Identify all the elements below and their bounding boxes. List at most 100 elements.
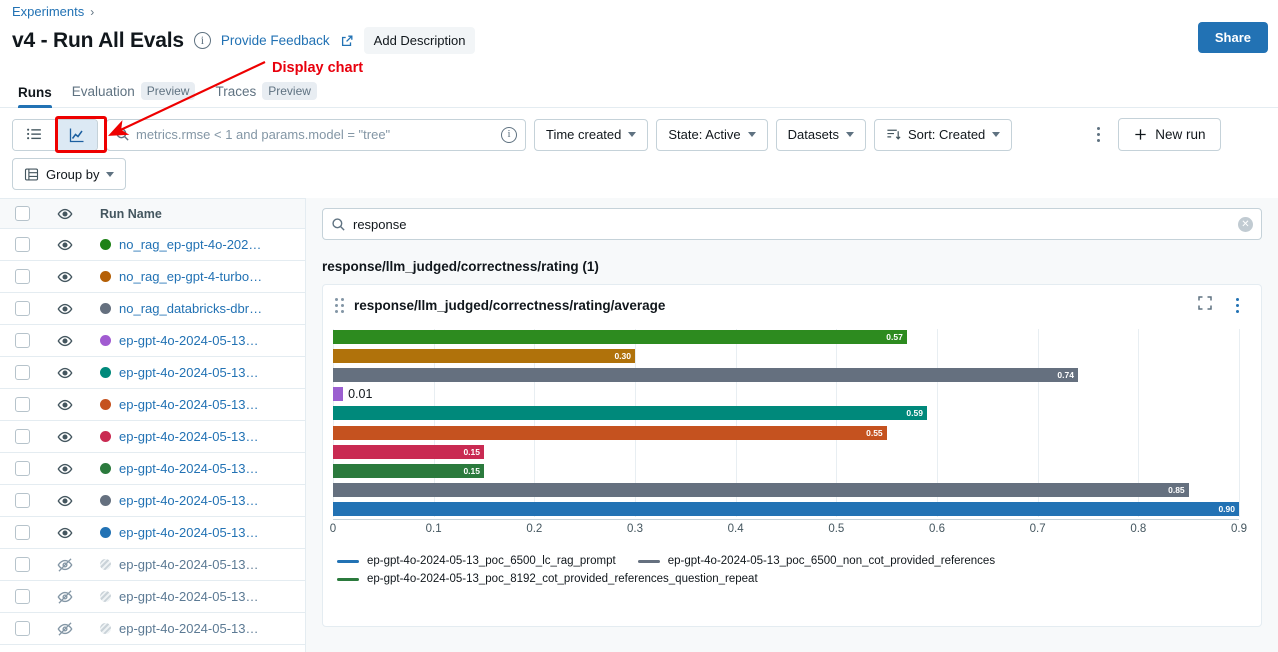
row-checkbox[interactable] (15, 237, 30, 252)
run-name-link[interactable]: ep-gpt-4o-2024-05-13… (119, 397, 258, 412)
legend-item[interactable]: ep-gpt-4o-2024-05-13_poc_6500_non_cot_pr… (638, 555, 995, 567)
table-row[interactable]: no_rag_ep-gpt-4-turbo… (0, 261, 305, 293)
table-row[interactable]: ep-gpt-4o-2024-05-13… (0, 581, 305, 613)
row-checkbox[interactable] (15, 269, 30, 284)
bar-value-label: 0.15 (463, 447, 484, 457)
run-name-link[interactable]: no_rag_databricks-dbr… (119, 301, 262, 316)
row-checkbox[interactable] (15, 365, 30, 380)
legend-item[interactable]: ep-gpt-4o-2024-05-13_poc_6500_lc_rag_pro… (337, 555, 616, 567)
run-name-link[interactable]: ep-gpt-4o-2024-05-13… (119, 429, 258, 444)
table-row[interactable]: ep-gpt-4o-2024-05-13… (0, 549, 305, 581)
legend-item[interactable]: ep-gpt-4o-2024-05-13_poc_8192_cot_provid… (337, 573, 758, 585)
bar-row[interactable]: 0.85 (333, 483, 1239, 497)
new-run-button[interactable]: New run (1118, 118, 1220, 151)
run-name-link[interactable]: ep-gpt-4o-2024-05-13… (119, 461, 258, 476)
bar-row[interactable]: 0.15 (333, 464, 1239, 478)
table-row[interactable]: ep-gpt-4o-2024-05-13… (0, 453, 305, 485)
provide-feedback-link[interactable]: Provide Feedback (221, 33, 330, 48)
bar-row[interactable]: 0.90 (333, 502, 1239, 516)
table-row[interactable]: ep-gpt-4o-2024-05-13… (0, 485, 305, 517)
table-row[interactable]: no_rag_databricks-dbr… (0, 293, 305, 325)
run-name-link[interactable]: ep-gpt-4o-2024-05-13… (119, 621, 258, 636)
filter-datasets[interactable]: Datasets (776, 119, 866, 151)
search-input[interactable] (130, 127, 501, 142)
list-view-icon[interactable] (13, 120, 55, 150)
chart-card-menu-icon[interactable] (1225, 298, 1249, 313)
group-by-button[interactable]: Group by (12, 158, 126, 190)
metric-search-input[interactable] (346, 217, 1238, 232)
visibility-on-icon[interactable] (44, 461, 86, 477)
run-name-link[interactable]: ep-gpt-4o-2024-05-13… (119, 493, 258, 508)
clear-circle-icon[interactable]: ✕ (1238, 217, 1253, 232)
visibility-on-icon[interactable] (44, 269, 86, 285)
row-checkbox[interactable] (15, 493, 30, 508)
visibility-on-icon[interactable] (44, 365, 86, 381)
run-name-link[interactable]: no_rag_ep-gpt-4o-202… (119, 237, 261, 252)
visibility-column-icon[interactable] (44, 206, 86, 222)
toolbar-overflow-menu[interactable] (1086, 119, 1110, 151)
bar-row[interactable]: 0.01 (333, 387, 1239, 401)
add-description-button[interactable]: Add Description (364, 27, 476, 54)
table-row[interactable]: no_rag_ep-gpt-4o-202… (0, 229, 305, 261)
external-link-icon[interactable] (340, 34, 354, 48)
table-row[interactable]: ep-gpt-4o-2024-05-13… (0, 613, 305, 645)
breadcrumb-experiments-link[interactable]: Experiments (12, 4, 84, 19)
row-checkbox[interactable] (15, 333, 30, 348)
bar-row[interactable]: 0.57 (333, 330, 1239, 344)
visibility-on-icon[interactable] (44, 301, 86, 317)
filter-state[interactable]: State: Active (656, 119, 767, 151)
sort-control[interactable]: Sort: Created (874, 119, 1012, 151)
drag-handle-icon[interactable] (335, 298, 344, 313)
visibility-on-icon[interactable] (44, 333, 86, 349)
metric-search-box[interactable]: ✕ (322, 208, 1262, 240)
bar-row[interactable]: 0.59 (333, 406, 1239, 420)
chart-view-icon[interactable] (55, 120, 97, 150)
row-checkbox[interactable] (15, 429, 30, 444)
run-search-box[interactable]: i (106, 119, 526, 151)
bar-row[interactable]: 0.74 (333, 368, 1239, 382)
search-info-icon[interactable]: i (501, 127, 517, 143)
table-row[interactable]: ep-gpt-4o-2024-05-13… (0, 357, 305, 389)
visibility-off-icon[interactable] (44, 621, 86, 637)
table-row[interactable]: ep-gpt-4o-2024-05-13… (0, 389, 305, 421)
visibility-on-icon[interactable] (44, 493, 86, 509)
row-checkbox[interactable] (15, 525, 30, 540)
run-name-link[interactable]: ep-gpt-4o-2024-05-13… (119, 365, 258, 380)
visibility-on-icon[interactable] (44, 525, 86, 541)
tab-runs[interactable]: Runs (8, 85, 62, 107)
run-color-dot (100, 239, 111, 250)
table-row[interactable]: ep-gpt-4o-2024-05-13… (0, 421, 305, 453)
row-checkbox[interactable] (15, 397, 30, 412)
row-checkbox[interactable] (15, 621, 30, 636)
visibility-off-icon[interactable] (44, 589, 86, 605)
visibility-off-icon[interactable] (44, 557, 86, 573)
share-button[interactable]: Share (1198, 22, 1268, 53)
table-row[interactable]: ep-gpt-4o-2024-05-13… (0, 325, 305, 357)
main-content: Run Name no_rag_ep-gpt-4o-202… no_rag_ep-… (0, 198, 1278, 652)
visibility-on-icon[interactable] (44, 397, 86, 413)
visibility-on-icon[interactable] (44, 237, 86, 253)
select-all-checkbox[interactable] (15, 206, 30, 221)
row-checkbox[interactable] (15, 589, 30, 604)
run-name-link[interactable]: ep-gpt-4o-2024-05-13… (119, 525, 258, 540)
tab-traces[interactable]: Traces Preview (205, 82, 326, 107)
bar-row[interactable]: 0.55 (333, 426, 1239, 440)
run-name-link[interactable]: no_rag_ep-gpt-4-turbo… (119, 269, 262, 284)
filter-time-created[interactable]: Time created (534, 119, 648, 151)
fullscreen-icon[interactable] (1197, 295, 1213, 316)
row-checkbox[interactable] (15, 557, 30, 572)
visibility-on-icon[interactable] (44, 429, 86, 445)
row-checkbox[interactable] (15, 301, 30, 316)
tab-evaluation[interactable]: Evaluation Preview (62, 82, 206, 107)
row-checkbox[interactable] (15, 461, 30, 476)
run-name-link[interactable]: ep-gpt-4o-2024-05-13… (119, 333, 258, 348)
runs-table-header: Run Name (0, 198, 305, 229)
run-name-link[interactable]: ep-gpt-4o-2024-05-13… (119, 557, 258, 572)
bar-row[interactable]: 0.15 (333, 445, 1239, 459)
run-color-dot (100, 591, 111, 602)
chevron-down-icon (106, 172, 114, 177)
table-row[interactable]: ep-gpt-4o-2024-05-13… (0, 517, 305, 549)
run-name-link[interactable]: ep-gpt-4o-2024-05-13… (119, 589, 258, 604)
info-circle-icon[interactable]: i (194, 32, 211, 49)
bar-row[interactable]: 0.30 (333, 349, 1239, 363)
